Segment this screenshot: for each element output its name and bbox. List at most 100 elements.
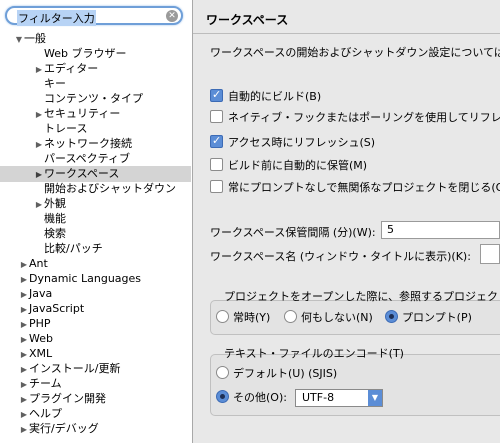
tree-item-perspectives[interactable]: パースペクティブ xyxy=(44,151,130,167)
filter-input-text[interactable]: フィルター入力 xyxy=(17,10,96,26)
tree-item-label: インストール/更新 xyxy=(29,362,121,375)
tree-item-compare[interactable]: 比較/パッチ xyxy=(44,241,103,257)
checkbox-checked-icon[interactable] xyxy=(210,87,223,103)
tree-item-label: XML xyxy=(29,347,53,360)
preferences-window: フィルター入力 ✕ ▼ 一般 Web ブラウザー ▶ エディター キー コンテンツ・… xyxy=(0,0,500,443)
tree-item-label: Java xyxy=(29,287,53,300)
close-unrelated-checkbox[interactable]: 常にプロンプトなしで無関係なプロジェクトを閉じる(O xyxy=(210,180,500,196)
encoding-select-value: UTF-8 xyxy=(302,391,335,404)
tree-item-appearance[interactable]: ▶ 外観 xyxy=(34,196,66,212)
preferences-tree-panel: フィルター入力 ✕ ▼ 一般 Web ブラウザー ▶ エディター キー コンテンツ・… xyxy=(0,0,193,443)
radio-selected-icon[interactable] xyxy=(216,390,229,403)
tree-item-label: JavaScript xyxy=(29,302,85,315)
clear-search-icon[interactable]: ✕ xyxy=(166,10,178,22)
tree-item-help[interactable]: ▶ ヘルプ xyxy=(19,406,62,422)
filter-input[interactable]: フィルター入力 ✕ xyxy=(5,6,183,26)
tree-item-general[interactable]: ▼ 一般 xyxy=(14,31,46,47)
collapsed-triangle-icon[interactable]: ▶ xyxy=(34,62,44,78)
open-project-never-radio[interactable]: 何もしない(N) xyxy=(284,310,373,326)
checkbox-label: 自動的にビルド(B) xyxy=(228,90,322,103)
tree-item-ant[interactable]: ▶ Ant xyxy=(19,256,48,272)
collapsed-triangle-icon[interactable]: ▶ xyxy=(34,107,44,123)
checkbox-label: 常にプロンプトなしで無関係なプロジェクトを閉じる(O xyxy=(228,181,500,194)
checkbox-label: ネイティブ・フックまたはポーリングを使用してリフレ xyxy=(228,111,500,124)
auto-build-checkbox[interactable]: 自動的にビルド(B) xyxy=(210,87,322,105)
tree-item-javascript[interactable]: ▶ JavaScript xyxy=(19,301,84,317)
tree-item-label: チーム xyxy=(29,377,62,390)
tree-item-label: Dynamic Languages xyxy=(29,272,142,285)
tree-item-team[interactable]: ▶ チーム xyxy=(19,376,62,392)
tree-item-xml[interactable]: ▶ XML xyxy=(19,346,52,362)
checkbox-checked-icon[interactable] xyxy=(210,133,223,149)
tree-item-php[interactable]: ▶ PHP xyxy=(19,316,51,332)
tree-item-label: Web ブラウザー xyxy=(44,47,127,60)
save-before-build-checkbox[interactable]: ビルド前に自動的に保管(M) xyxy=(210,158,367,174)
tree-item-content-types[interactable]: コンテンツ・タイプ xyxy=(44,91,143,107)
collapsed-triangle-icon[interactable]: ▶ xyxy=(34,197,44,213)
checkbox-unchecked-icon[interactable] xyxy=(210,180,223,193)
radio-label: その他(O): xyxy=(233,391,287,404)
open-project-prompt-radio[interactable]: プロンプト(P) xyxy=(385,310,472,326)
tree-item-dynamic-languages[interactable]: ▶ Dynamic Languages xyxy=(19,271,141,287)
encoding-default-radio[interactable]: デフォルト(U) (SJIS) xyxy=(216,366,337,382)
tree-item-java[interactable]: ▶ Java xyxy=(19,286,52,302)
radio-label: 何もしない(N) xyxy=(301,311,373,324)
open-project-always-radio[interactable]: 常時(Y) xyxy=(216,310,270,326)
workspace-name-label: ワークスペース名 (ウィンドウ・タイトルに表示)(K): xyxy=(210,250,471,263)
collapsed-triangle-icon[interactable]: ▶ xyxy=(19,422,29,438)
checkbox-unchecked-icon[interactable] xyxy=(210,158,223,171)
tree-item-install-update[interactable]: ▶ インストール/更新 xyxy=(19,361,121,377)
native-refresh-checkbox[interactable]: ネイティブ・フックまたはポーリングを使用してリフレ xyxy=(210,110,500,126)
radio-unselected-icon[interactable] xyxy=(216,366,229,379)
collapsed-triangle-icon[interactable]: ▶ xyxy=(34,167,44,183)
save-interval-field[interactable]: 5 xyxy=(381,221,500,239)
tree-item-label: ヘルプ xyxy=(29,407,62,420)
tree-item-run-debug[interactable]: ▶ 実行/デバッグ xyxy=(19,421,99,437)
tree-item-label: コンテンツ・タイプ xyxy=(44,92,143,105)
tree-item-label: 外観 xyxy=(44,197,66,210)
tree-item-label: 機能 xyxy=(44,212,66,225)
tree-item-startup[interactable]: 開始およびシャットダウン xyxy=(44,181,176,197)
tree-item-web[interactable]: ▶ Web xyxy=(19,331,53,347)
tree-item-label: ネットワーク接続 xyxy=(44,137,132,150)
save-interval-label: ワークスペース保管間隔 (分)(W): xyxy=(210,226,376,239)
tree-item-label: Web xyxy=(29,332,53,345)
tree-item-label: 比較/パッチ xyxy=(44,242,103,255)
page-description: ワークスペースの開始およびシャットダウン設定については xyxy=(210,46,500,59)
tree-item-keys[interactable]: キー xyxy=(44,76,66,92)
radio-unselected-icon[interactable] xyxy=(216,310,229,323)
tree-item-label: 実行/デバッグ xyxy=(29,422,99,435)
tree-item-label: プラグイン開発 xyxy=(29,392,106,405)
tree-item-editor[interactable]: ▶ エディター xyxy=(34,61,98,77)
tree-item-label: エディター xyxy=(44,62,99,75)
tree-item-workspace[interactable]: ▶ ワークスペース xyxy=(0,166,191,182)
encoding-group-title: テキスト・ファイルのエンコード(T) xyxy=(224,347,404,360)
tree-item-search[interactable]: 検索 xyxy=(44,226,66,242)
tree-item-web-browser[interactable]: Web ブラウザー xyxy=(44,46,126,62)
tree-item-network[interactable]: ▶ ネットワーク接続 xyxy=(34,136,132,152)
checkbox-label: アクセス時にリフレッシュ(S) xyxy=(228,136,376,149)
collapsed-triangle-icon[interactable]: ▶ xyxy=(34,137,44,153)
tree-item-security[interactable]: ▶ セキュリティー xyxy=(34,106,120,122)
refresh-on-access-checkbox[interactable]: アクセス時にリフレッシュ(S) xyxy=(210,133,376,151)
tree-item-plugin-dev[interactable]: ▶ プラグイン開発 xyxy=(19,391,106,407)
tree-item-label: PHP xyxy=(29,317,51,330)
checkbox-unchecked-icon[interactable] xyxy=(210,110,223,123)
radio-selected-icon[interactable] xyxy=(385,310,398,323)
dropdown-arrow-icon[interactable]: ▼ xyxy=(368,390,382,406)
radio-unselected-icon[interactable] xyxy=(284,310,297,323)
open-project-group-title: プロジェクトをオープンした際に、参照するプロジェク xyxy=(224,290,499,303)
workspace-name-field[interactable] xyxy=(480,244,500,264)
encoding-select[interactable]: UTF-8 ▼ xyxy=(295,389,383,407)
tree-item-label: 開始およびシャットダウン xyxy=(44,182,176,195)
workspace-preference-page: ワークスペース ワークスペースの開始およびシャットダウン設定については 自動的に… xyxy=(193,0,500,443)
expanded-triangle-icon[interactable]: ▼ xyxy=(14,32,24,48)
tree-item-label: キー xyxy=(44,77,66,90)
checkbox-label: ビルド前に自動的に保管(M) xyxy=(228,159,368,172)
encoding-other-radio[interactable]: その他(O): xyxy=(216,390,287,406)
tree-item-trace[interactable]: トレース xyxy=(44,121,87,137)
tree-item-label: セキュリティー xyxy=(44,107,121,120)
tree-item-capabilities[interactable]: 機能 xyxy=(44,211,66,227)
tree-item-label: 検索 xyxy=(44,227,66,240)
radio-label: プロンプト(P) xyxy=(402,311,472,324)
